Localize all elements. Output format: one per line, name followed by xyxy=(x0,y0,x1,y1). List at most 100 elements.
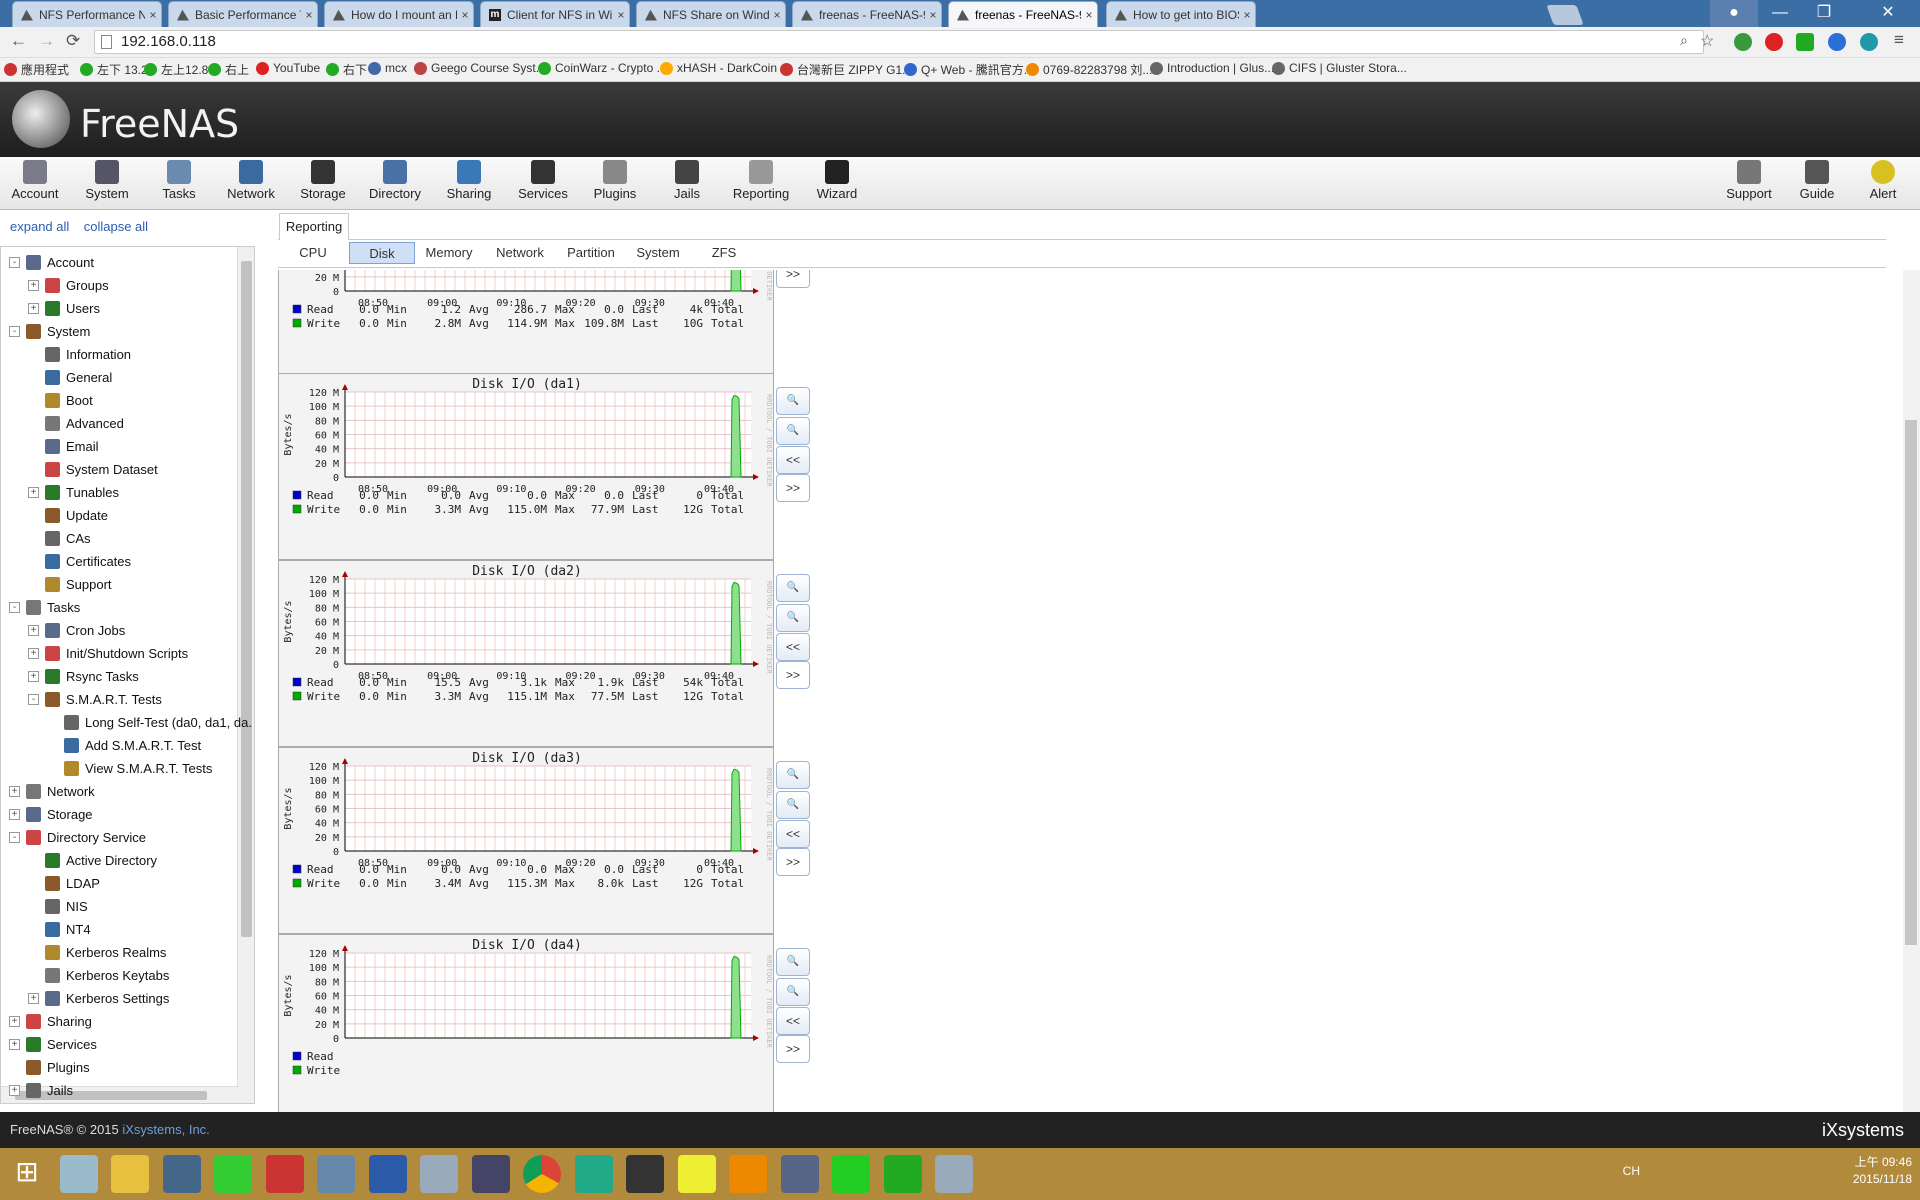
subtab-disk[interactable]: Disk xyxy=(349,242,415,264)
expand-icon[interactable]: + xyxy=(9,1084,20,1096)
remote-desktop-icon[interactable] xyxy=(162,1155,201,1193)
forward-button[interactable]: >> xyxy=(776,474,810,502)
clock-time[interactable]: 上午 09:46 xyxy=(1853,1154,1912,1171)
subtab-system[interactable]: System xyxy=(627,242,689,264)
zoom-icon[interactable]: 🔍 xyxy=(776,791,810,819)
tree-item-s-m-a-r-t-tests[interactable]: - S.M.A.R.T. Tests xyxy=(28,688,162,710)
new-tab-button[interactable] xyxy=(1546,5,1584,25)
tab-close-icon[interactable]: × xyxy=(457,8,473,22)
profile-icon[interactable]: ● xyxy=(1710,0,1758,27)
tab-reporting[interactable]: Reporting xyxy=(279,213,349,240)
toolbar-support[interactable]: Support xyxy=(1714,160,1784,201)
bookmark-item[interactable]: 右下 xyxy=(326,61,367,78)
clock-date[interactable]: 2015/11/18 xyxy=(1853,1171,1912,1188)
toolbar-storage[interactable]: Storage xyxy=(288,160,358,201)
bookmark-item[interactable]: mcx xyxy=(368,61,407,75)
network-tool-icon[interactable] xyxy=(780,1155,819,1193)
collapse-icon[interactable]: - xyxy=(9,256,20,268)
tab-close-icon[interactable]: × xyxy=(613,8,629,22)
tree-item-groups[interactable]: + Groups xyxy=(28,274,109,296)
explorer-icon[interactable] xyxy=(111,1155,149,1193)
back-button[interactable]: << xyxy=(776,633,810,661)
tab-close-icon[interactable]: × xyxy=(1081,8,1097,22)
bookmark-item[interactable]: 0769-82283798 刘... xyxy=(1026,61,1152,78)
tree-item-storage[interactable]: + Storage xyxy=(9,803,93,825)
restore-button[interactable]: ❐ xyxy=(1802,0,1846,27)
url-input[interactable]: 192.168.0.118 xyxy=(94,30,1704,54)
tree-item-ldap[interactable]: LDAP xyxy=(28,872,100,894)
bookmark-item[interactable]: xHASH - DarkCoin ... xyxy=(660,61,790,75)
toolbar-network[interactable]: Network xyxy=(216,160,286,201)
tab-close-icon[interactable]: × xyxy=(1239,8,1255,22)
browser-tab[interactable]: How to get into BIOS in× xyxy=(1106,1,1256,27)
toolbar-guide[interactable]: Guide xyxy=(1782,160,1852,201)
zoom-icon[interactable]: 🔍 xyxy=(776,417,810,445)
outlook-icon[interactable] xyxy=(729,1155,767,1193)
zoom-icon[interactable]: 🔍 xyxy=(776,387,810,415)
tree-item-kerberos-keytabs[interactable]: Kerberos Keytabs xyxy=(28,964,169,986)
tree-item-directory-service[interactable]: - Directory Service xyxy=(9,826,146,848)
browser-tab[interactable]: freenas - FreeNAS-9.3-S× xyxy=(792,1,942,27)
tree-item-long-self-test-da0-da1-da[interactable]: Long Self-Test (da0, da1, da. xyxy=(47,711,252,733)
tree-item-support[interactable]: Support xyxy=(28,573,112,595)
browser-tab[interactable]: NFS Share on Windows× xyxy=(636,1,786,27)
tree-item-account[interactable]: - Account xyxy=(9,251,94,273)
bookmark-item[interactable]: CIFS | Gluster Stora... xyxy=(1272,61,1407,75)
subtab-partition[interactable]: Partition xyxy=(559,242,623,264)
expand-icon[interactable]: + xyxy=(28,992,39,1004)
back-button[interactable]: << xyxy=(776,446,810,474)
android-icon[interactable] xyxy=(214,1155,252,1193)
app-icon[interactable] xyxy=(883,1155,922,1193)
chrome-icon[interactable] xyxy=(523,1155,561,1193)
tree-item-information[interactable]: Information xyxy=(28,343,131,365)
subtab-memory[interactable]: Memory xyxy=(416,242,482,264)
bookmark-item[interactable]: 右上 xyxy=(208,61,249,78)
tree-item-view-s-m-a-r-t-tests[interactable]: View S.M.A.R.T. Tests xyxy=(47,757,212,779)
toolbar-system[interactable]: System xyxy=(72,160,142,201)
tree-item-add-s-m-a-r-t-test[interactable]: Add S.M.A.R.T. Test xyxy=(47,734,201,756)
star-icon[interactable]: ☆ xyxy=(1700,31,1714,51)
check-extension-icon[interactable] xyxy=(1796,33,1814,51)
zoom-icon[interactable]: 🔍 xyxy=(776,761,810,789)
word-icon[interactable] xyxy=(368,1155,407,1193)
tab-close-icon[interactable]: × xyxy=(145,8,161,22)
browser-tab[interactable]: Basic Performance Tests× xyxy=(168,1,318,27)
expand-icon[interactable]: + xyxy=(28,486,39,498)
tree-vertical-scrollbar[interactable] xyxy=(237,247,254,1103)
browser-tab[interactable]: How do I mount an NFS× xyxy=(324,1,474,27)
line-icon[interactable] xyxy=(832,1155,870,1193)
language-indicator[interactable]: CH xyxy=(1623,1164,1640,1178)
back-button[interactable]: << xyxy=(776,1007,810,1035)
tree-item-sharing[interactable]: + Sharing xyxy=(9,1010,92,1032)
tree-item-certificates[interactable]: Certificates xyxy=(28,550,131,572)
tree-item-cas[interactable]: CAs xyxy=(28,527,91,549)
adblock-icon[interactable] xyxy=(1765,33,1783,51)
expand-icon[interactable]: + xyxy=(9,1038,20,1050)
collapse-icon[interactable]: - xyxy=(28,693,39,705)
collapse-icon[interactable]: - xyxy=(9,325,20,337)
tab-close-icon[interactable]: × xyxy=(925,8,941,22)
tree-item-tunables[interactable]: + Tunables xyxy=(28,481,119,503)
tree-item-kerberos-settings[interactable]: + Kerberos Settings xyxy=(28,987,169,1009)
browser-tab[interactable]: freenas - FreeNAS-9.3-S× xyxy=(948,1,1098,27)
toolbar-account[interactable]: Account xyxy=(0,160,70,201)
bookmark-item[interactable]: Introduction | Glus... xyxy=(1150,61,1274,75)
bookmark-item[interactable]: CoinWarz - Crypto ... xyxy=(538,61,667,75)
tree-item-nt4[interactable]: NT4 xyxy=(28,918,91,940)
forward-icon[interactable]: → xyxy=(38,31,55,51)
footer-link[interactable]: iXsystems, Inc. xyxy=(122,1122,209,1137)
bookmark-item[interactable]: YouTube xyxy=(256,61,320,75)
expand-icon[interactable]: + xyxy=(9,785,20,797)
virtualbox-icon[interactable] xyxy=(317,1155,355,1193)
bookmark-item[interactable]: 左上12.8 xyxy=(144,61,208,78)
expand-icon[interactable]: + xyxy=(28,302,39,314)
tree-item-users[interactable]: + Users xyxy=(28,297,100,319)
bookmark-item[interactable]: 左下 13.2 xyxy=(80,61,148,78)
subtab-cpu[interactable]: CPU xyxy=(284,242,342,264)
browser-tab[interactable]: m Client for NFS in Window× xyxy=(480,1,630,27)
forward-button[interactable]: >> xyxy=(776,1035,810,1063)
toolbar-tasks[interactable]: Tasks xyxy=(144,160,214,201)
bookmark-item[interactable]: 應用程式 xyxy=(4,61,69,78)
expand-icon[interactable]: + xyxy=(28,670,39,682)
start-icon[interactable]: ⊞ xyxy=(8,1155,46,1193)
